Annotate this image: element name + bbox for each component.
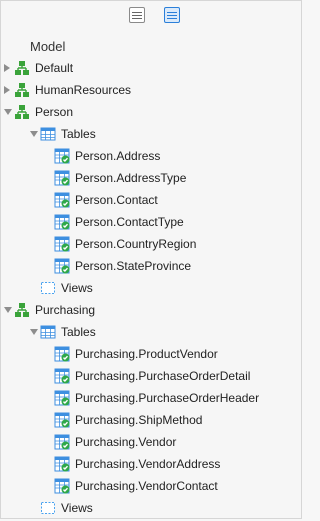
tree-table-item[interactable]: Purchasing.ProductVendor: [1, 345, 301, 363]
schema-icon: [14, 302, 30, 318]
expand-arrow-down-icon[interactable]: [30, 329, 38, 335]
tree-tables-folder-2[interactable]: Tables: [1, 125, 301, 143]
schema-view-button[interactable]: [164, 7, 180, 23]
expand-arrow-down-icon[interactable]: [4, 307, 12, 313]
tables-folder-icon: [40, 126, 56, 142]
tree-table-item-label: Person.ContactType: [75, 215, 184, 229]
expand-arrow-right-icon[interactable]: [4, 86, 10, 94]
tree-table-item-label: Person.AddressType: [75, 171, 187, 185]
tree-table-item[interactable]: Purchasing.VendorContact: [1, 477, 301, 495]
expand-arrow-right-icon[interactable]: [4, 64, 10, 72]
views-folder-icon: [40, 280, 56, 296]
tree-table-item-label: Purchasing.ShipMethod: [75, 413, 203, 427]
tree-schema-0[interactable]: Default: [1, 59, 301, 77]
table-icon: [54, 412, 70, 428]
tree-schema-2[interactable]: Person: [1, 103, 301, 121]
tree-table-item[interactable]: Purchasing.PurchaseOrderDetail: [1, 367, 301, 385]
schema-icon: [14, 82, 30, 98]
tree-schema-3-label: Purchasing: [35, 303, 96, 317]
schema-icon: [14, 104, 30, 120]
tree-table-item-label: Person.CountryRegion: [75, 237, 197, 251]
expand-arrow-down-icon[interactable]: [4, 109, 12, 115]
table-icon: [54, 258, 70, 274]
tree-table-item-label: Person.Contact: [75, 193, 158, 207]
object-browser-panel: Model Default HumanResources Person Tables P…: [0, 0, 302, 519]
table-icon: [54, 192, 70, 208]
tree-table-item[interactable]: Person.ContactType: [1, 213, 301, 231]
tree-tables-folder-3-label: Tables: [61, 325, 96, 339]
tree-table-item[interactable]: Purchasing.PurchaseOrderHeader: [1, 389, 301, 407]
expand-arrow-down-icon[interactable]: [30, 131, 38, 137]
table-icon: [54, 214, 70, 230]
tree-table-item[interactable]: Person.CountryRegion: [1, 235, 301, 253]
tree-table-item-label: Purchasing.VendorAddress: [75, 457, 221, 471]
tree-tables-folder-3[interactable]: Tables: [1, 323, 301, 341]
tree-views-folder-2-label: Views: [61, 281, 93, 295]
tree-schema-3[interactable]: Purchasing: [1, 301, 301, 319]
table-icon: [54, 456, 70, 472]
tree-table-item-label: Purchasing.Vendor: [75, 435, 177, 449]
tree-table-item-label: Purchasing.PurchaseOrderDetail: [75, 369, 251, 383]
table-icon: [54, 434, 70, 450]
tree-table-item[interactable]: Person.AddressType: [1, 169, 301, 187]
tree-table-item-label: Purchasing.VendorContact: [75, 479, 218, 493]
tree-table-item[interactable]: Purchasing.Vendor: [1, 433, 301, 451]
list-view-button[interactable]: [129, 7, 145, 23]
tree-table-item-label: Person.Address: [75, 149, 161, 163]
table-icon: [54, 390, 70, 406]
tree-table-item-label: Purchasing.PurchaseOrderHeader: [75, 391, 260, 405]
table-icon: [54, 148, 70, 164]
tree-schema-0-label: Default: [35, 61, 74, 75]
tree-views-folder-2[interactable]: Views: [1, 279, 301, 297]
toolbar: [1, 7, 303, 25]
tree-schema-1[interactable]: HumanResources: [1, 81, 301, 99]
tree-views-folder-3[interactable]: Views: [1, 499, 301, 517]
tree-schema-2-label: Person: [35, 105, 74, 119]
table-icon: [54, 368, 70, 384]
tree-table-item[interactable]: Person.StateProvince: [1, 257, 301, 275]
tables-folder-icon: [40, 324, 56, 340]
tree-table-item[interactable]: Person.Address: [1, 147, 301, 165]
tree-tables-folder-2-label: Tables: [61, 127, 96, 141]
table-icon: [54, 346, 70, 362]
table-icon: [54, 236, 70, 252]
tree-schema-1-label: HumanResources: [35, 83, 132, 97]
tree-table-item-label: Purchasing.ProductVendor: [75, 347, 218, 361]
tree-table-item[interactable]: Purchasing.ShipMethod: [1, 411, 301, 429]
tree-table-item[interactable]: Person.Contact: [1, 191, 301, 209]
schema-icon: [14, 60, 30, 76]
table-icon: [54, 478, 70, 494]
tree-table-item[interactable]: Purchasing.VendorAddress: [1, 455, 301, 473]
table-icon: [54, 170, 70, 186]
tree-views-folder-3-label: Views: [61, 501, 93, 515]
tree-header-title: Model: [30, 39, 66, 54]
tree-table-item-label: Person.StateProvince: [75, 259, 192, 273]
views-folder-icon: [40, 500, 56, 516]
